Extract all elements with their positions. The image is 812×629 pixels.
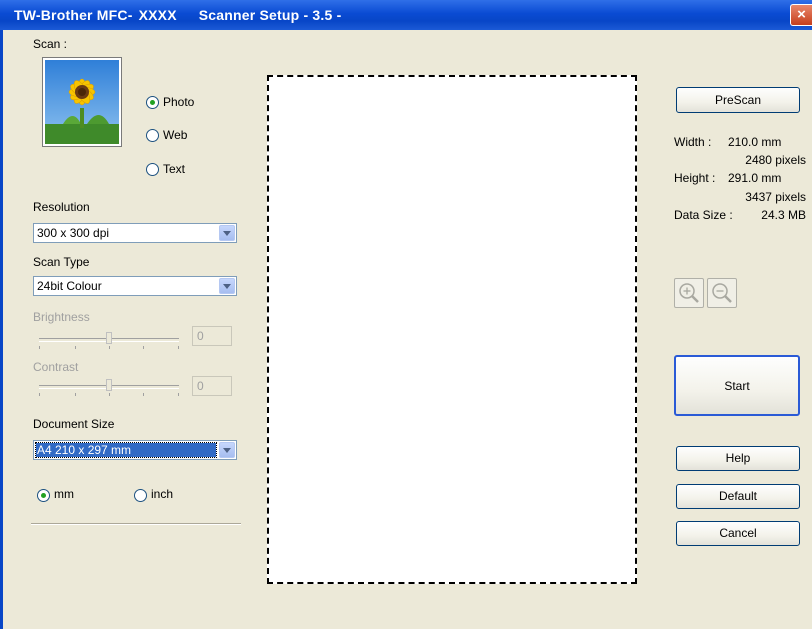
scanner-setup-window: Scan : Photo Web Text Resolution 300 x 3… [0, 30, 812, 629]
zoom-in-icon [679, 283, 699, 303]
contrast-slider-thumb [106, 379, 112, 391]
title-caption: Scanner Setup - 3.5 - [198, 7, 342, 23]
zoom-out-icon [712, 283, 732, 303]
inch-radio[interactable] [134, 489, 147, 502]
brightness-label: Brightness [33, 310, 90, 324]
resolution-label: Resolution [33, 200, 90, 214]
data-size-label: Data Size : [674, 208, 733, 222]
scan-preview-area[interactable] [267, 75, 637, 584]
title-bar[interactable]: TW-Brother MFC- XXXX Scanner Setup - 3.5 -… [0, 0, 812, 30]
width-label: Width : [674, 135, 712, 149]
start-button[interactable]: Start [674, 355, 800, 416]
photo-radio[interactable] [146, 96, 159, 109]
inch-label: inch [151, 487, 174, 501]
title-model: XXXX [138, 7, 177, 23]
text-label: Text [163, 162, 186, 176]
prescan-button[interactable]: PreScan [676, 87, 800, 113]
close-button[interactable]: × [790, 4, 812, 26]
cancel-button[interactable]: Cancel [676, 521, 800, 546]
mm-label: mm [54, 487, 74, 501]
window-title: TW-Brother MFC- XXXX Scanner Setup - 3.5 - [14, 7, 341, 23]
web-radio[interactable] [146, 129, 159, 142]
width-pixels-value: 2480 pixels [745, 153, 806, 167]
text-radio[interactable] [146, 163, 159, 176]
brightness-slider-thumb [106, 332, 112, 344]
document-size-label: Document Size [33, 417, 115, 431]
close-icon: × [797, 6, 806, 23]
chevron-down-icon[interactable] [219, 278, 235, 294]
scan-type-value: 24bit Colour [37, 279, 102, 293]
resolution-select[interactable]: 300 x 300 dpi [33, 223, 237, 243]
height-mm-value: 291.0 mm [728, 171, 782, 185]
chevron-down-icon[interactable] [219, 442, 235, 458]
contrast-value-field: 0 [192, 376, 232, 396]
scan-label: Scan : [33, 37, 68, 51]
scan-type-select[interactable]: 24bit Colour [33, 276, 237, 296]
sunflower-icon [45, 60, 119, 144]
zoom-in-button[interactable] [674, 278, 704, 308]
resolution-value: 300 x 300 dpi [37, 226, 110, 240]
data-size-value: 24.3 MB [761, 208, 806, 222]
chevron-down-icon[interactable] [219, 225, 235, 241]
contrast-label: Contrast [33, 360, 79, 374]
document-size-select[interactable]: A4 210 x 297 mm [33, 440, 237, 460]
web-label: Web [163, 128, 188, 142]
zoom-out-button[interactable] [707, 278, 737, 308]
photo-label: Photo [163, 95, 195, 109]
left-panel-divider [31, 523, 241, 525]
height-pixels-value: 3437 pixels [745, 190, 806, 204]
help-button[interactable]: Help [676, 446, 800, 471]
default-button[interactable]: Default [676, 484, 800, 509]
scan-type-preview-image [42, 57, 122, 147]
document-size-value: A4 210 x 297 mm [35, 442, 217, 458]
title-app-name: TW-Brother MFC- [14, 7, 133, 23]
width-mm-value: 210.0 mm [728, 135, 782, 149]
mm-radio[interactable] [37, 489, 50, 502]
brightness-value-field: 0 [192, 326, 232, 346]
scan-type-label: Scan Type [33, 255, 90, 269]
height-label: Height : [674, 171, 716, 185]
